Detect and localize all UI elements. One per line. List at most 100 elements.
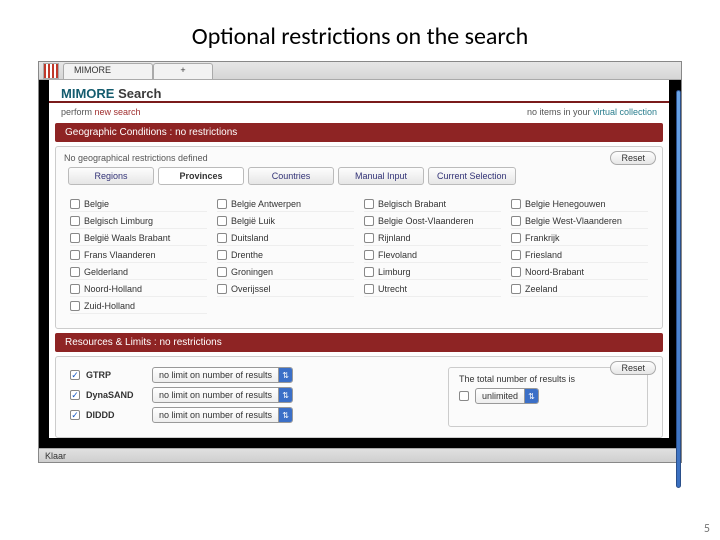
dropdown-icon: ⇅ — [524, 389, 538, 403]
geo-tab-manual-input[interactable]: Manual Input — [338, 167, 424, 185]
province-checkbox[interactable] — [70, 284, 80, 294]
resource-checkbox[interactable] — [70, 370, 80, 380]
province-label: Belgisch Limburg — [84, 216, 153, 226]
province-row: België Waals Brabant — [70, 231, 207, 246]
total-results-checkbox[interactable] — [459, 391, 469, 401]
province-row: Limburg — [364, 265, 501, 280]
resources-section-header: Resources & Limits : no restrictions — [55, 333, 663, 352]
resource-limit-value: no limit on number of results — [153, 410, 278, 420]
province-row: Duitsland — [217, 231, 354, 246]
province-label: Drenthe — [231, 250, 263, 260]
perform-label: perform — [61, 107, 95, 117]
total-results-label: The total number of results is — [459, 374, 637, 384]
province-checkbox[interactable] — [217, 250, 227, 260]
province-row: Gelderland — [70, 265, 207, 280]
province-checkbox[interactable] — [511, 284, 521, 294]
resource-row: GTRP no limit on number of results⇅ — [70, 367, 293, 383]
new-search-link[interactable]: new search — [95, 107, 141, 117]
browser-tab[interactable]: MIMORE — [63, 63, 153, 79]
province-label: Belgie — [84, 199, 109, 209]
province-row: Belgie Antwerpen — [217, 197, 354, 212]
resource-checkbox[interactable] — [70, 390, 80, 400]
province-checkbox[interactable] — [364, 233, 374, 243]
province-checkbox[interactable] — [217, 199, 227, 209]
province-checkbox[interactable] — [217, 233, 227, 243]
province-label: Frankrijk — [525, 233, 560, 243]
app-page: MIMORE Search perform new search no item… — [49, 80, 669, 438]
resource-name: DynaSAND — [86, 390, 146, 400]
browser-window: MIMORE + MIMORE Search perform new searc… — [38, 61, 682, 463]
province-checkbox[interactable] — [70, 301, 80, 311]
province-row: Overijssel — [217, 282, 354, 297]
province-checkbox[interactable] — [217, 267, 227, 277]
province-label: Noord-Holland — [84, 284, 142, 294]
province-checkbox[interactable] — [511, 267, 521, 277]
province-label: Zuid-Holland — [84, 301, 135, 311]
province-checkbox[interactable] — [511, 199, 521, 209]
province-checkbox[interactable] — [217, 216, 227, 226]
province-label: Frans Vlaanderen — [84, 250, 156, 260]
province-row: Zeeland — [511, 282, 648, 297]
province-row: Belgisch Brabant — [364, 197, 501, 212]
province-checkbox[interactable] — [70, 267, 80, 277]
provinces-grid: Belgie Belgie Antwerpen Belgisch Brabant Be… — [64, 193, 654, 318]
virtual-collection-link[interactable]: virtual collection — [593, 107, 657, 117]
province-row: Friesland — [511, 248, 648, 263]
geo-tab-current-selection[interactable]: Current Selection — [428, 167, 516, 185]
browser-content: MIMORE Search perform new search no item… — [39, 80, 681, 448]
resource-row: DynaSAND no limit on number of results⇅ — [70, 387, 293, 403]
province-row: België Luik — [217, 214, 354, 229]
resources-reset-button[interactable]: Reset — [610, 361, 656, 375]
dropdown-icon: ⇅ — [278, 368, 292, 382]
province-checkbox[interactable] — [364, 216, 374, 226]
province-label: Friesland — [525, 250, 562, 260]
province-label: Limburg — [378, 267, 411, 277]
dropdown-icon: ⇅ — [278, 388, 292, 402]
geo-reset-button[interactable]: Reset — [610, 151, 656, 165]
province-checkbox[interactable] — [511, 216, 521, 226]
province-label: Zeeland — [525, 284, 558, 294]
new-tab-button[interactable]: + — [153, 63, 213, 79]
province-checkbox[interactable] — [70, 233, 80, 243]
app-logo-icon — [43, 63, 59, 79]
slide-number: 5 — [704, 522, 710, 536]
province-checkbox[interactable] — [364, 250, 374, 260]
province-checkbox[interactable] — [364, 284, 374, 294]
province-label: Noord-Brabant — [525, 267, 584, 277]
brand-name: MIMORE — [61, 86, 114, 101]
geo-tabs: RegionsProvincesCountriesManual InputCur… — [68, 167, 654, 185]
resource-checkbox[interactable] — [70, 410, 80, 420]
geo-tab-countries[interactable]: Countries — [248, 167, 334, 185]
province-label: Belgie Antwerpen — [231, 199, 301, 209]
geo-tab-regions[interactable]: Regions — [68, 167, 154, 185]
browser-statusbar: Klaar — [39, 448, 681, 462]
scroll-indicator — [676, 90, 681, 488]
total-results-value: unlimited — [476, 391, 524, 401]
province-checkbox[interactable] — [511, 250, 521, 260]
noitems-label: no items in your — [527, 107, 593, 117]
resource-limit-select[interactable]: no limit on number of results⇅ — [152, 387, 293, 403]
resources-list: GTRPno limit on number of results⇅DynaSA… — [64, 363, 299, 427]
resource-limit-value: no limit on number of results — [153, 390, 278, 400]
province-checkbox[interactable] — [70, 199, 80, 209]
province-label: Belgie West-Vlaanderen — [525, 216, 622, 226]
resource-limit-select[interactable]: no limit on number of results⇅ — [152, 367, 293, 383]
province-row: Belgisch Limburg — [70, 214, 207, 229]
province-label: Flevoland — [378, 250, 417, 260]
province-row: Frans Vlaanderen — [70, 248, 207, 263]
geo-tab-provinces[interactable]: Provinces — [158, 167, 244, 185]
province-checkbox[interactable] — [511, 233, 521, 243]
province-checkbox[interactable] — [70, 250, 80, 260]
province-checkbox[interactable] — [364, 267, 374, 277]
resource-name: GTRP — [86, 370, 146, 380]
province-label: België Luik — [231, 216, 275, 226]
resource-limit-select[interactable]: no limit on number of results⇅ — [152, 407, 293, 423]
total-results-box: The total number of results is unlimited… — [448, 367, 648, 427]
total-results-select[interactable]: unlimited ⇅ — [475, 388, 539, 404]
province-row: Belgie Henegouwen — [511, 197, 648, 212]
resources-panel: Reset GTRPno limit on number of results⇅… — [55, 356, 663, 438]
resource-limit-value: no limit on number of results — [153, 370, 278, 380]
province-checkbox[interactable] — [364, 199, 374, 209]
province-checkbox[interactable] — [217, 284, 227, 294]
province-checkbox[interactable] — [70, 216, 80, 226]
